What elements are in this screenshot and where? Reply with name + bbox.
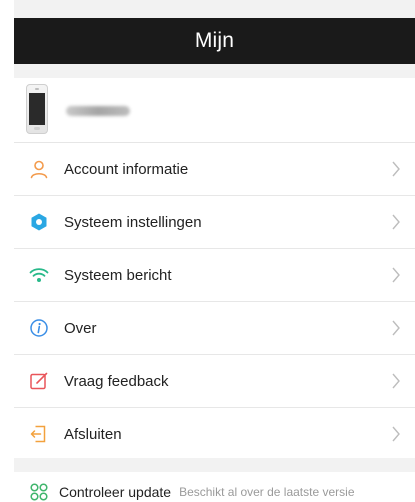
wifi-icon <box>29 265 49 285</box>
check-update-row[interactable]: Controleer update Beschikt al over de la… <box>14 472 415 502</box>
menu-item-label: Systeem bericht <box>64 266 172 284</box>
person-icon <box>29 159 49 179</box>
menu-item-label: Over <box>64 319 97 337</box>
update-icon <box>29 482 49 502</box>
chevron-right-icon <box>392 214 400 230</box>
update-status-text: Beschikt al over de laatste versie <box>179 485 355 499</box>
chevron-right-icon <box>392 320 400 336</box>
menu-item-afsluiten[interactable]: Afsluiten <box>14 408 415 460</box>
menu-item-label: Afsluiten <box>64 425 122 443</box>
blurred-device-name <box>66 106 130 116</box>
menu-item-systeem-instellingen[interactable]: Systeem instellingen <box>14 196 415 249</box>
menu-item-account-informatie[interactable]: Account informatie <box>14 143 415 196</box>
chevron-right-icon <box>392 161 400 177</box>
menu-item-systeem-bericht[interactable]: Systeem bericht <box>14 249 415 302</box>
check-update-label: Controleer update <box>59 484 172 500</box>
chevron-right-icon <box>392 426 400 442</box>
profile-card[interactable] <box>14 78 415 143</box>
logout-icon <box>29 424 49 444</box>
settings-hex-icon <box>29 212 49 232</box>
chevron-right-icon <box>392 267 400 283</box>
app-screen: Mijn Account informatie Systeem instelli… <box>14 0 415 502</box>
menu-item-over[interactable]: Over <box>14 302 415 355</box>
menu-item-label: Account informatie <box>64 160 189 178</box>
menu-item-vraag-feedback[interactable]: Vraag feedback <box>14 355 415 408</box>
phone-screen <box>29 93 45 125</box>
settings-menu: Account informatie Systeem instellingen <box>14 143 415 460</box>
chevron-right-icon <box>392 373 400 389</box>
feedback-edit-icon <box>29 371 49 391</box>
phone-device-icon <box>26 84 48 134</box>
page-title: Mijn <box>194 29 235 52</box>
section-divider <box>14 458 415 472</box>
top-header: Mijn <box>14 18 415 64</box>
menu-item-label: Systeem instellingen <box>64 213 202 231</box>
menu-item-label: Vraag feedback <box>64 372 169 390</box>
phone-home-button <box>34 127 40 130</box>
phone-camera <box>35 88 39 90</box>
info-icon <box>29 318 49 338</box>
section-divider <box>14 64 415 78</box>
